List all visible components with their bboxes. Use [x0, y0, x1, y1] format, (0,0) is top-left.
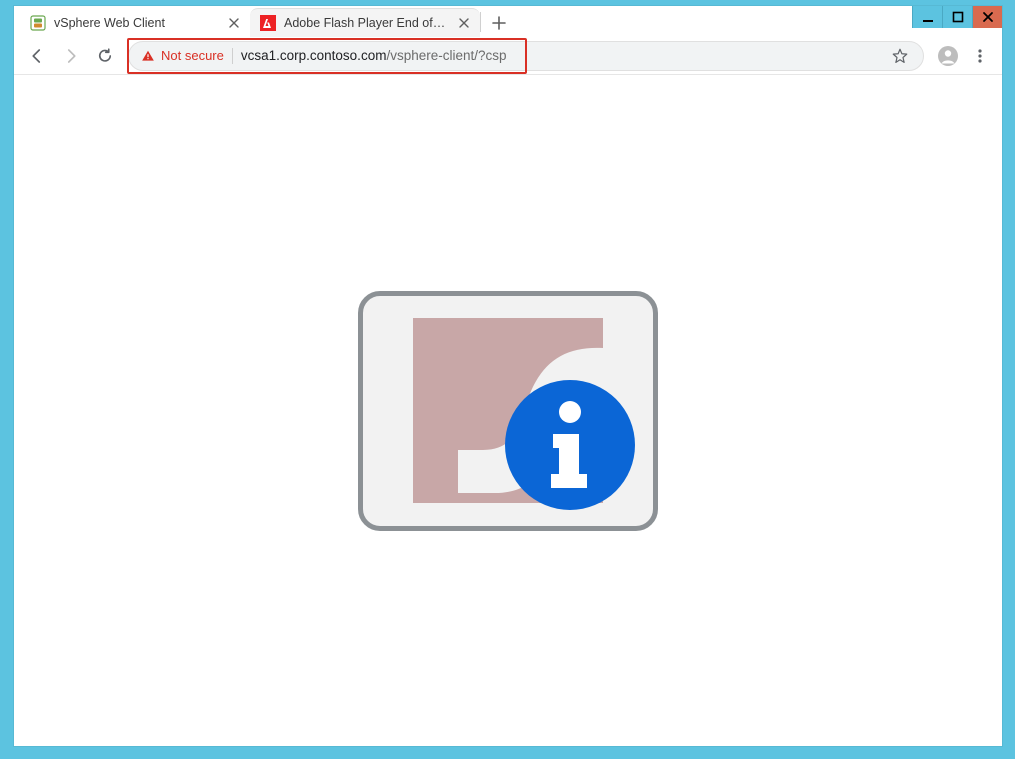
- kebab-icon: [972, 48, 988, 64]
- star-icon: [891, 47, 909, 65]
- title-bar: vSphere Web Client Adobe Flash Player En…: [14, 6, 1002, 37]
- page-content: [14, 75, 1002, 746]
- url-path: /vsphere-client/?csp: [386, 48, 506, 63]
- address-bar[interactable]: Not secure vcsa1.corp.contoso.com/vspher…: [128, 41, 924, 71]
- separator: [232, 48, 233, 64]
- browser-window: vSphere Web Client Adobe Flash Player En…: [14, 6, 1002, 746]
- tab-title: Adobe Flash Player End of Life: [284, 16, 448, 30]
- profile-icon: [936, 44, 960, 68]
- forward-button[interactable]: [56, 41, 86, 71]
- info-icon: [535, 400, 605, 490]
- tab-title: vSphere Web Client: [54, 16, 218, 30]
- flash-eol-card[interactable]: [358, 291, 658, 531]
- tab-close-button[interactable]: [456, 15, 472, 31]
- new-tab-button[interactable]: [485, 9, 513, 37]
- menu-button[interactable]: [966, 42, 994, 70]
- tab-close-button[interactable]: [226, 15, 242, 31]
- warning-icon: [141, 49, 155, 63]
- adobe-icon: [260, 15, 276, 31]
- window-controls: [912, 6, 1002, 28]
- security-indicator[interactable]: Not secure: [129, 48, 224, 63]
- security-label: Not secure: [161, 48, 224, 63]
- browser-toolbar: Not secure vcsa1.corp.contoso.com/vspher…: [14, 37, 1002, 75]
- window-minimize-button[interactable]: [912, 6, 942, 28]
- tab-divider: [480, 12, 481, 32]
- window-close-button[interactable]: [972, 6, 1002, 28]
- url-text: vcsa1.corp.contoso.com/vsphere-client/?c…: [241, 48, 507, 63]
- back-button[interactable]: [22, 41, 52, 71]
- bookmark-button[interactable]: [887, 43, 913, 69]
- tab-strip: vSphere Web Client Adobe Flash Player En…: [14, 6, 513, 37]
- profile-button[interactable]: [934, 42, 962, 70]
- desktop-background: vSphere Web Client Adobe Flash Player En…: [0, 0, 1015, 759]
- tab-adobe-flash-eol[interactable]: Adobe Flash Player End of Life: [250, 8, 480, 37]
- url-host: vcsa1.corp.contoso.com: [241, 48, 387, 63]
- info-badge: [505, 380, 635, 510]
- vsphere-icon: [30, 15, 46, 31]
- reload-button[interactable]: [90, 41, 120, 71]
- tab-vsphere[interactable]: vSphere Web Client: [20, 8, 250, 37]
- window-maximize-button[interactable]: [942, 6, 972, 28]
